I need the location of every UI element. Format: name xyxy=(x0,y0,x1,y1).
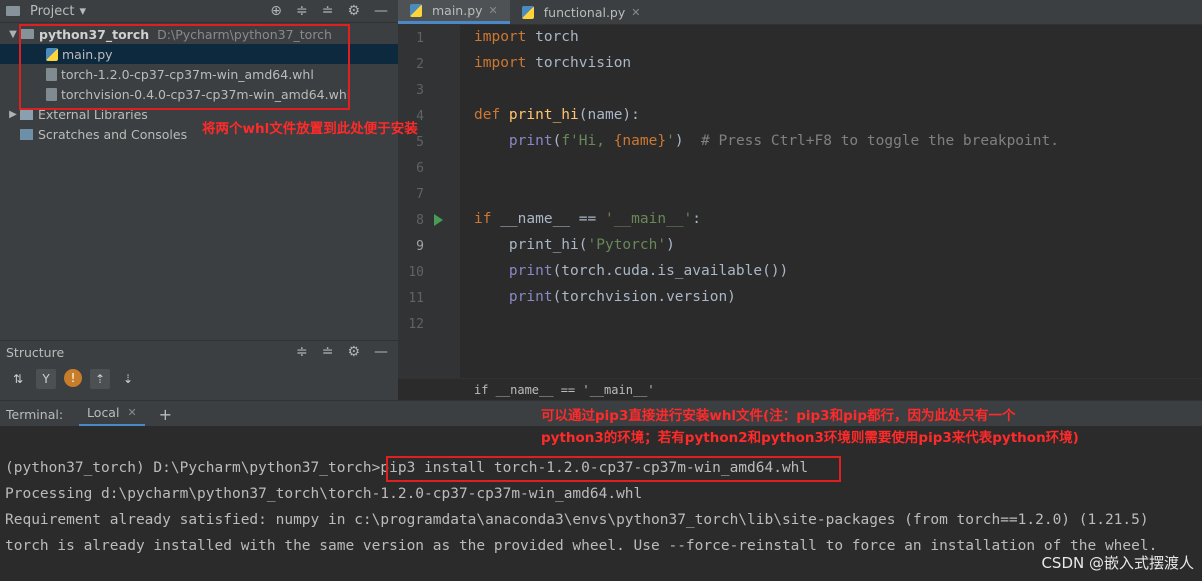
structure-header: Structure ≑ ≐ ⚙ — xyxy=(0,341,398,363)
scratches-icon xyxy=(20,128,33,140)
chevron-right-icon[interactable]: ▶ xyxy=(6,109,20,120)
line-number: 11 xyxy=(408,291,424,306)
line-number: 8 xyxy=(416,213,424,228)
hide-icon[interactable]: — xyxy=(374,3,388,19)
code-editor[interactable]: 1 2 3 4 5 6 7 8 9 10 11 12 import torch … xyxy=(398,25,1202,400)
breadcrumb-label: if __name__ == '__main__' xyxy=(474,382,655,397)
line-number: 7 xyxy=(416,187,424,202)
tab-functional-py[interactable]: functional.py ✕ xyxy=(510,0,653,24)
run-icon[interactable] xyxy=(434,214,443,226)
tab-local[interactable]: Local ✕ xyxy=(79,401,145,427)
gear-icon[interactable]: ⚙ xyxy=(347,344,360,360)
editor-gutter: 1 2 3 4 5 6 7 8 9 10 11 12 xyxy=(398,25,460,400)
breadcrumb[interactable]: if __name__ == '__main__' xyxy=(398,378,1202,400)
collapse-all-icon[interactable]: ≐ xyxy=(322,3,334,19)
close-icon[interactable]: ✕ xyxy=(127,406,136,419)
line-number: 6 xyxy=(416,161,424,176)
terminal-output[interactable]: (python37_torch) D:\Pycharm\python37_tor… xyxy=(0,426,1202,581)
hide-icon[interactable]: — xyxy=(374,344,388,360)
structure-panel: Structure ≑ ≐ ⚙ — ⇅ Y ! ⇡ ⇣ xyxy=(0,340,398,401)
annotation-note: 将两个whl文件放置到此处便于安装 xyxy=(202,121,418,137)
line-number: 2 xyxy=(416,57,424,72)
terminal-line: Processing d:\pycharm\python37_torch\tor… xyxy=(5,486,643,502)
terminal-label: Terminal: xyxy=(6,406,64,422)
library-icon xyxy=(20,108,33,120)
code-line-8: if __name__ == '__main__': xyxy=(474,211,702,227)
line-number: 1 xyxy=(416,31,424,46)
tab-label: Local xyxy=(87,405,120,420)
structure-header-label: Structure xyxy=(6,344,65,360)
code-line-10: print(torch.cuda.is_available()) xyxy=(474,263,789,279)
watermark: CSDN @嵌入式摆渡人 xyxy=(1041,554,1194,572)
locate-icon[interactable]: ⊕ xyxy=(270,3,282,19)
chevron-down-icon: ▾ xyxy=(79,3,87,19)
expand-all-icon[interactable]: ≑ xyxy=(296,3,308,19)
annotation-note: 可以通过pip3直接进行安装whl文件(注：pip3和pip都行，因为此处只有一… xyxy=(541,408,1016,424)
show-inherited-icon[interactable]: ! xyxy=(64,369,82,387)
highlight-box xyxy=(386,456,841,482)
line-number: 9 xyxy=(416,239,424,254)
add-tab-icon[interactable]: + xyxy=(159,405,172,424)
code-line-11: print(torchvision.version) xyxy=(474,289,736,305)
code-line-4: def print_hi(name): xyxy=(474,107,640,123)
autoscroll-to-source-icon[interactable]: ⇡ xyxy=(90,369,110,389)
code-line-2: import torchvision xyxy=(474,55,632,71)
expand-all-icon[interactable]: ≑ xyxy=(296,344,308,360)
tab-main-py[interactable]: main.py ✕ xyxy=(398,0,510,24)
line-number: 3 xyxy=(416,83,424,98)
chevron-down-icon[interactable]: ▼ xyxy=(6,29,20,40)
tree-item-scratches[interactable]: Scratches and Consoles xyxy=(20,124,187,144)
terminal-line: Requirement already satisfied: numpy in … xyxy=(5,512,1149,528)
collapse-all-icon[interactable]: ≐ xyxy=(322,344,334,360)
python-file-icon xyxy=(410,4,422,17)
highlight-box xyxy=(19,24,350,110)
terminal-line: torch is already installed with the same… xyxy=(5,538,1158,554)
show-fields-icon[interactable]: Y xyxy=(36,369,56,389)
annotation-note: python3的环境；若有python2和python3环境则需要使用pip3来… xyxy=(541,430,1079,446)
code-line-5: print(f'Hi, {name}') # Press Ctrl+F8 to … xyxy=(474,133,1059,149)
scratches-label: Scratches and Consoles xyxy=(38,126,188,142)
folder-icon xyxy=(6,6,20,16)
sort-icon[interactable]: ⇅ xyxy=(8,369,28,389)
gear-icon[interactable]: ⚙ xyxy=(347,3,360,19)
code-line-1: import torch xyxy=(474,29,579,45)
code-line-9: print_hi('Pytorch') xyxy=(474,237,675,253)
structure-toolbar: ⇅ Y ! ⇡ ⇣ xyxy=(0,369,398,389)
tab-label: main.py xyxy=(432,3,483,18)
tab-label: functional.py xyxy=(543,4,626,20)
close-icon[interactable]: ✕ xyxy=(631,6,640,19)
editor-tabs: main.py ✕ functional.py ✕ xyxy=(398,0,1202,25)
project-view-selector[interactable]: Project ▾ xyxy=(6,4,86,19)
close-icon[interactable]: ✕ xyxy=(489,4,498,17)
line-number: 5 xyxy=(416,135,424,150)
line-number: 12 xyxy=(408,317,424,332)
project-header-label: Project xyxy=(30,3,75,19)
line-number: 10 xyxy=(408,265,424,280)
project-header: Project ▾ ⊕ ≑ ≐ ⚙ — xyxy=(0,0,398,23)
autoscroll-from-source-icon[interactable]: ⇣ xyxy=(118,369,138,389)
python-file-icon xyxy=(521,5,534,19)
